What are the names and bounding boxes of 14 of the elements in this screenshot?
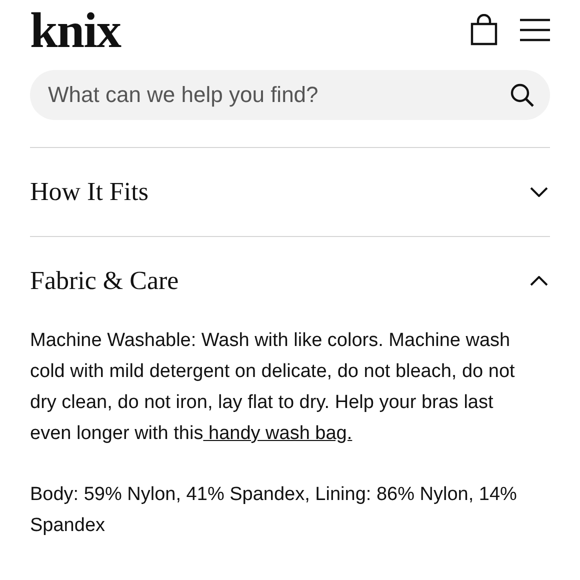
search-icon[interactable]	[510, 83, 534, 107]
accordion-header[interactable]: How It Fits	[30, 148, 550, 236]
section-title: Fabric & Care	[30, 266, 179, 296]
wash-bag-link[interactable]: handy wash bag.	[203, 423, 352, 444]
shopping-bag-icon[interactable]	[470, 14, 498, 46]
chevron-down-icon	[530, 187, 548, 197]
care-text: Body: 59% Nylon, 41% Spandex, Lining: 86% Nylon, 14% Spandex	[30, 483, 518, 538]
logo[interactable]: knix	[30, 5, 121, 55]
search-field[interactable]: What can we help you find?	[30, 70, 550, 120]
chevron-up-icon	[530, 276, 548, 286]
accordion-header[interactable]: Fabric & Care	[30, 237, 550, 325]
menu-icon[interactable]	[520, 18, 550, 42]
section-title: How It Fits	[30, 177, 148, 207]
care-text: Machine Washable: Wash with like colors. Machine wash cold with mild detergent on delicate, do not bleach, do not dry clean, do not iron, lay flat to dry. Help your bras last even longer with this handy wash bag.	[30, 329, 516, 446]
